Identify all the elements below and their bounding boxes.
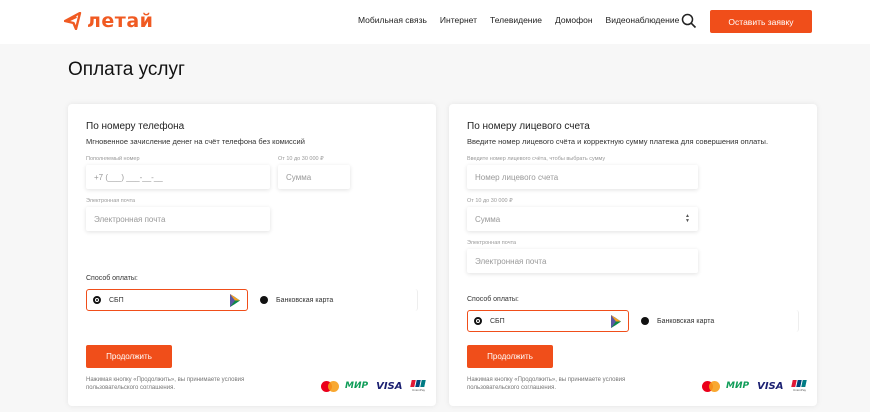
- phone-label: Пополняемый номер: [86, 156, 140, 162]
- nav-item-tv[interactable]: Телевидение: [490, 15, 542, 25]
- payment-option-card[interactable]: Банковская карта: [254, 289, 418, 311]
- phone-payment-card: По номеру телефона Мгновенное зачисление…: [68, 104, 436, 406]
- request-button[interactable]: Оставить заявку: [710, 10, 812, 33]
- payment-method-label: Способ оплаты:: [467, 296, 519, 303]
- payment-option-sbp[interactable]: СБП: [467, 310, 629, 332]
- amount-input[interactable]: Сумма: [278, 165, 350, 189]
- terms-text: Нажимая кнопку «Продолжить», вы принимае…: [86, 377, 245, 391]
- option-label: Банковская карта: [276, 296, 334, 304]
- visa-logo: VISA: [757, 380, 784, 392]
- site-header: летай Мобильная связь Интернет Телевиден…: [0, 0, 870, 44]
- payment-option-card[interactable]: Банковская карта: [635, 310, 799, 332]
- radio-selected: [474, 317, 482, 325]
- continue-button[interactable]: Продолжить: [86, 345, 172, 368]
- nav-item-intercom[interactable]: Домофон: [555, 15, 593, 25]
- amount-label: От 10 до 30 000 ₽: [467, 198, 513, 204]
- phone-input[interactable]: +7 (___) ___-__-__: [86, 165, 270, 189]
- continue-button[interactable]: Продолжить: [467, 345, 553, 368]
- option-label: Банковская карта: [657, 317, 715, 325]
- amount-label: От 10 до 30 000 ₽: [278, 156, 324, 162]
- radio-unselected: [260, 296, 268, 304]
- account-payment-card: По номеру лицевого счета Введите номер л…: [449, 104, 817, 406]
- card-subtitle: Мгновенное зачисление денег на счёт теле…: [86, 137, 305, 146]
- brand-logo[interactable]: летай: [64, 10, 153, 32]
- mastercard-icon: [702, 380, 720, 392]
- sbp-icon: [230, 294, 240, 307]
- amount-input[interactable]: Сумма ▲ ▼: [467, 207, 698, 231]
- mir-logo: МИР: [726, 381, 750, 391]
- number-stepper-icon[interactable]: ▲ ▼: [685, 214, 690, 224]
- mir-logo: МИР: [345, 381, 369, 391]
- email-label: Электронная почта: [467, 240, 517, 246]
- unionpay-icon: UnionPay: [410, 380, 427, 392]
- radio-unselected: [641, 317, 649, 325]
- email-input[interactable]: Электронная почта: [86, 207, 270, 231]
- search-icon[interactable]: [681, 13, 697, 29]
- logo-arrow-icon: [64, 12, 82, 30]
- account-input[interactable]: Номер лицевого счета: [467, 165, 698, 189]
- payment-logos: МИР VISA UnionPay: [321, 380, 427, 392]
- radio-selected: [93, 296, 101, 304]
- option-label: СБП: [490, 317, 505, 325]
- card-title: По номеру телефона: [86, 121, 185, 132]
- sbp-icon: [611, 315, 621, 328]
- email-label: Электронная почта: [86, 198, 136, 204]
- email-input[interactable]: Электронная почта: [467, 249, 698, 273]
- payment-logos: МИР VISA UnionPay: [702, 380, 808, 392]
- mastercard-icon: [321, 380, 339, 392]
- nav-item-internet[interactable]: Интернет: [440, 15, 477, 25]
- nav-item-video[interactable]: Видеонаблюдение: [606, 15, 680, 25]
- main-nav: Мобильная связь Интернет Телевидение Дом…: [358, 15, 692, 25]
- amount-placeholder: Сумма: [475, 214, 501, 224]
- nav-item-mobile[interactable]: Мобильная связь: [358, 15, 427, 25]
- page-title: Оплата услуг: [68, 59, 185, 80]
- payment-method-label: Способ оплаты:: [86, 275, 138, 282]
- logo-text: летай: [87, 10, 154, 32]
- visa-logo: VISA: [376, 380, 403, 392]
- terms-text: Нажимая кнопку «Продолжить», вы принимае…: [467, 377, 626, 391]
- card-title: По номеру лицевого счета: [467, 121, 590, 132]
- option-label: СБП: [109, 296, 124, 304]
- payment-option-sbp[interactable]: СБП: [86, 289, 248, 311]
- unionpay-icon: UnionPay: [791, 380, 808, 392]
- card-subtitle: Введите номер лицевого счёта и корректну…: [467, 137, 769, 146]
- account-label: Введите номер лицевого счёта, чтобы выбр…: [467, 156, 606, 162]
